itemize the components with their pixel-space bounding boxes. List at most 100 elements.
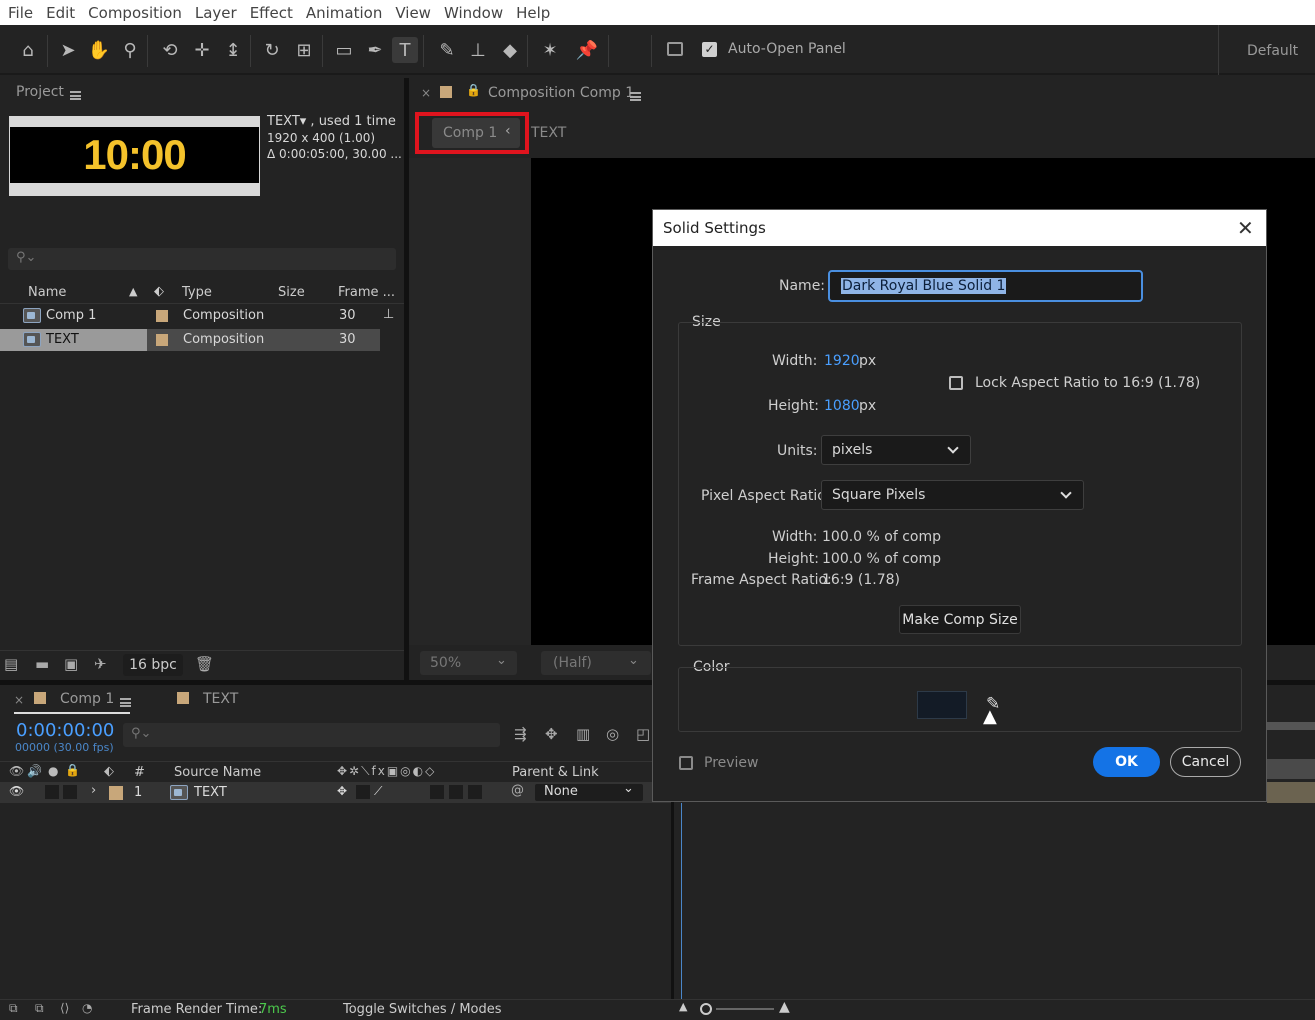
work-area-bar[interactable] [1267, 722, 1315, 730]
close-tab-icon[interactable]: × [421, 86, 431, 100]
audio-icon[interactable]: 🔊 [27, 764, 42, 778]
label-tag-icon[interactable]: ⬖ [154, 284, 164, 299]
motion-blur-switch[interactable] [430, 785, 444, 799]
breadcrumb-text[interactable]: TEXT [531, 125, 566, 141]
label-swatch[interactable] [156, 334, 168, 346]
menu-animation[interactable]: Animation [299, 4, 388, 22]
breadcrumb-comp1[interactable]: Comp 1 ‹ [432, 118, 520, 148]
solo-icon[interactable]: ● [48, 764, 58, 778]
rectangle-icon[interactable]: ▭ [331, 37, 357, 63]
transfer-controls-icon[interactable]: ⧉ [35, 1001, 44, 1016]
zoom-in-mountain-icon[interactable]: ▲ [779, 999, 790, 1015]
motion-blur-icon[interactable]: ◰ [636, 725, 650, 743]
layer-duration-bar[interactable] [1267, 782, 1315, 803]
units-dropdown[interactable]: pixels [821, 435, 971, 465]
cancel-button[interactable]: Cancel [1170, 747, 1241, 777]
composition-menu-icon[interactable] [630, 89, 641, 104]
home-icon[interactable]: ⌂ [15, 37, 41, 63]
lock-aspect-checkbox[interactable] [949, 376, 963, 390]
adjustment-switch[interactable] [449, 785, 463, 799]
menu-file[interactable]: File [0, 4, 39, 22]
column-parent-link[interactable]: Parent & Link [512, 765, 599, 780]
hand-icon[interactable]: ✋ [86, 37, 112, 63]
resolution-dropdown[interactable]: (Half) ⌄ [541, 651, 651, 675]
quality-slash-icon[interactable]: ⟋ [374, 784, 382, 799]
close-icon[interactable]: ✕ [1237, 216, 1254, 240]
menu-view[interactable]: View [388, 4, 437, 22]
zoom-slider-track[interactable] [716, 1008, 774, 1010]
workspace-default[interactable]: Default [1247, 43, 1298, 59]
render-time-icon[interactable]: ◔ [82, 1001, 92, 1015]
switches-icons[interactable]: ✥✲⟍fx▣◎◐◇ [337, 764, 436, 779]
project-item-row-selected[interactable]: TEXT Composition 30 [0, 329, 380, 351]
frame-blending-icon[interactable]: ◎ [606, 725, 619, 743]
column-size[interactable]: Size [278, 285, 305, 300]
layer-name[interactable]: TEXT [194, 785, 227, 800]
menu-edit[interactable]: Edit [39, 4, 81, 22]
preview-checkbox[interactable] [679, 756, 693, 770]
new-composition-icon[interactable]: ▣ [64, 655, 78, 673]
label-swatch[interactable] [156, 310, 168, 322]
clone-stamp-icon[interactable]: ⊥ [465, 37, 491, 63]
timeline-tab-text[interactable]: TEXT [203, 691, 238, 707]
timeline-search-input[interactable]: ⚲⌄ [123, 723, 500, 747]
hide-shy-layers-icon[interactable]: ▥ [576, 725, 590, 743]
expand-chevron-icon[interactable]: › [91, 783, 96, 798]
zoom-icon[interactable]: ⚲ [117, 37, 143, 63]
label-tag-icon[interactable]: ⬖ [104, 764, 114, 779]
panel-icon[interactable] [667, 42, 683, 56]
orbit-icon[interactable]: ⟲ [157, 37, 183, 63]
close-tab-icon[interactable]: × [14, 693, 24, 707]
video-eye-icon[interactable]: 👁 [9, 784, 24, 798]
in-out-icon[interactable]: ⟨⟩ [60, 1001, 69, 1015]
timeline-tab-comp1[interactable]: Comp 1 [60, 691, 114, 707]
column-frame[interactable]: Frame ... [338, 285, 395, 300]
current-time-display[interactable]: 0:00:00:00 [16, 720, 114, 741]
3d-switch[interactable] [468, 785, 482, 799]
ok-button[interactable]: OK [1093, 747, 1160, 777]
menu-help[interactable]: Help [509, 4, 556, 22]
menu-layer[interactable]: Layer [188, 4, 243, 22]
puppet-pin-icon[interactable]: 📌 [574, 37, 600, 63]
dolly-icon[interactable]: ↨ [220, 37, 246, 63]
zoom-out-mountain-icon[interactable]: ▲ [679, 1000, 687, 1013]
toggle-switches-modes[interactable]: Toggle Switches / Modes [343, 1002, 502, 1017]
roto-brush-icon[interactable]: ✶ [537, 37, 563, 63]
pick-whip-icon[interactable]: @ [511, 783, 524, 798]
width-value[interactable]: 1920 [824, 353, 860, 369]
lock-switch[interactable] [63, 785, 77, 799]
project-tab-title[interactable]: Project [16, 84, 64, 100]
height-value[interactable]: 1080 [824, 398, 860, 414]
collapse-transform-icon[interactable]: ✥ [337, 784, 347, 798]
menu-effect[interactable]: Effect [243, 4, 299, 22]
make-comp-size-button[interactable]: Make Comp Size [899, 605, 1021, 634]
menu-window[interactable]: Window [437, 4, 509, 22]
sort-ascending-icon[interactable]: ▲ [129, 285, 137, 298]
selection-icon[interactable]: ➤ [55, 37, 81, 63]
name-input[interactable]: Dark Royal Blue Solid 1 [828, 270, 1143, 302]
timeline-menu-icon[interactable] [120, 695, 131, 710]
flowchart-icon[interactable]: ⊥ [383, 307, 394, 322]
pan-icon[interactable]: ✛ [189, 37, 215, 63]
column-name[interactable]: Name [28, 285, 66, 300]
column-source-name[interactable]: Source Name [174, 765, 261, 780]
lock-icon[interactable]: 🔒 [65, 763, 80, 777]
column-type[interactable]: Type [182, 285, 212, 300]
parent-dropdown[interactable]: None ⌄ [535, 781, 643, 801]
composition-tab-title[interactable]: Composition Comp 1 [488, 85, 634, 101]
timeline-split[interactable] [671, 783, 674, 999]
video-eye-icon[interactable]: 👁 [9, 764, 24, 778]
menu-composition[interactable]: Composition [81, 4, 188, 22]
interpret-footage-icon[interactable]: ▤ [4, 655, 18, 673]
trash-icon[interactable]: 🗑 [195, 655, 214, 673]
layer-switches-toggle-icon[interactable]: ⧉ [9, 1001, 18, 1016]
anchor-icon[interactable]: ⊞ [291, 37, 317, 63]
project-item-row[interactable]: Comp 1 Composition 30 ⊥ [0, 305, 404, 328]
magnification-dropdown[interactable]: 50% ⌄ [420, 651, 517, 675]
layer-row[interactable]: 👁 › 1 TEXT ✥ ⟋ @ None ⌄ [0, 781, 672, 803]
current-time-indicator[interactable] [681, 803, 682, 999]
pixel-aspect-dropdown[interactable]: Square Pixels [821, 480, 1084, 510]
project-menu-icon[interactable] [70, 88, 81, 103]
new-folder-icon[interactable]: ▬ [35, 655, 49, 673]
project-search-input[interactable]: ⚲⌄ [8, 248, 396, 270]
